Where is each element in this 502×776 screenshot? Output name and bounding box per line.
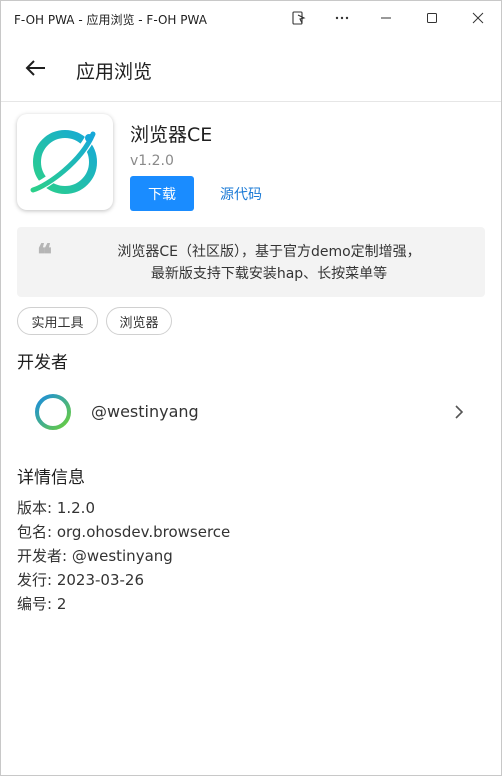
detail-number: 编号: 2 bbox=[17, 595, 67, 613]
source-code-link[interactable]: 源代码 bbox=[209, 176, 273, 211]
details-section-title: 详情信息 bbox=[17, 468, 85, 488]
developer-row[interactable]: @westinyang bbox=[1, 383, 501, 441]
more-options-button[interactable] bbox=[319, 1, 365, 35]
app-menu-button[interactable] bbox=[276, 1, 322, 35]
developer-name: @westinyang bbox=[91, 402, 199, 421]
more-icon bbox=[335, 16, 349, 20]
app-version: v1.2.0 bbox=[130, 153, 174, 169]
back-button[interactable] bbox=[23, 56, 49, 80]
download-button[interactable]: 下载 bbox=[130, 176, 194, 211]
app-icon bbox=[17, 114, 113, 210]
page-title: 应用浏览 bbox=[76, 61, 153, 83]
app-name: 浏览器CE bbox=[130, 124, 213, 146]
description-line: 最新版支持下载安装hap、长按菜单等 bbox=[150, 266, 388, 282]
close-icon bbox=[472, 12, 484, 24]
minimize-icon bbox=[381, 17, 391, 19]
detail-package: 包名: org.ohosdev.browserce bbox=[17, 523, 231, 541]
quote-icon: ❝ bbox=[37, 238, 53, 271]
detail-developer: 开发者: @westinyang bbox=[17, 547, 173, 565]
tag-chip[interactable]: 实用工具 bbox=[17, 307, 98, 335]
planet-browser-icon bbox=[30, 130, 97, 194]
maximize-icon bbox=[427, 13, 437, 23]
ring-avatar-icon bbox=[35, 394, 71, 430]
description-text: 浏览器CE（社区版），基于官方demo定制增强， 最新版支持下载安装hap、长按… bbox=[69, 241, 469, 285]
description-line: 浏览器CE（社区版），基于官方demo定制增强， bbox=[117, 244, 421, 260]
minimize-button[interactable] bbox=[363, 1, 409, 35]
window-titlebar: F-OH PWA - 应用浏览 - F-OH PWA bbox=[1, 1, 501, 35]
app-bar: 应用浏览 bbox=[1, 35, 501, 102]
maximize-button[interactable] bbox=[409, 1, 455, 35]
chevron-right-icon bbox=[455, 405, 464, 419]
description-box: ❝ 浏览器CE（社区版），基于官方demo定制增强， 最新版支持下载安装hap、… bbox=[17, 227, 485, 297]
window-title: F-OH PWA - 应用浏览 - F-OH PWA bbox=[14, 13, 207, 27]
detail-version: 版本: 1.2.0 bbox=[17, 499, 95, 517]
app-menu-icon bbox=[292, 11, 306, 25]
developer-section-title: 开发者 bbox=[17, 353, 68, 373]
tag-chip[interactable]: 浏览器 bbox=[106, 307, 172, 335]
close-button[interactable] bbox=[455, 1, 501, 35]
detail-release-date: 发行: 2023-03-26 bbox=[17, 571, 144, 589]
arrow-left-icon bbox=[25, 60, 45, 76]
